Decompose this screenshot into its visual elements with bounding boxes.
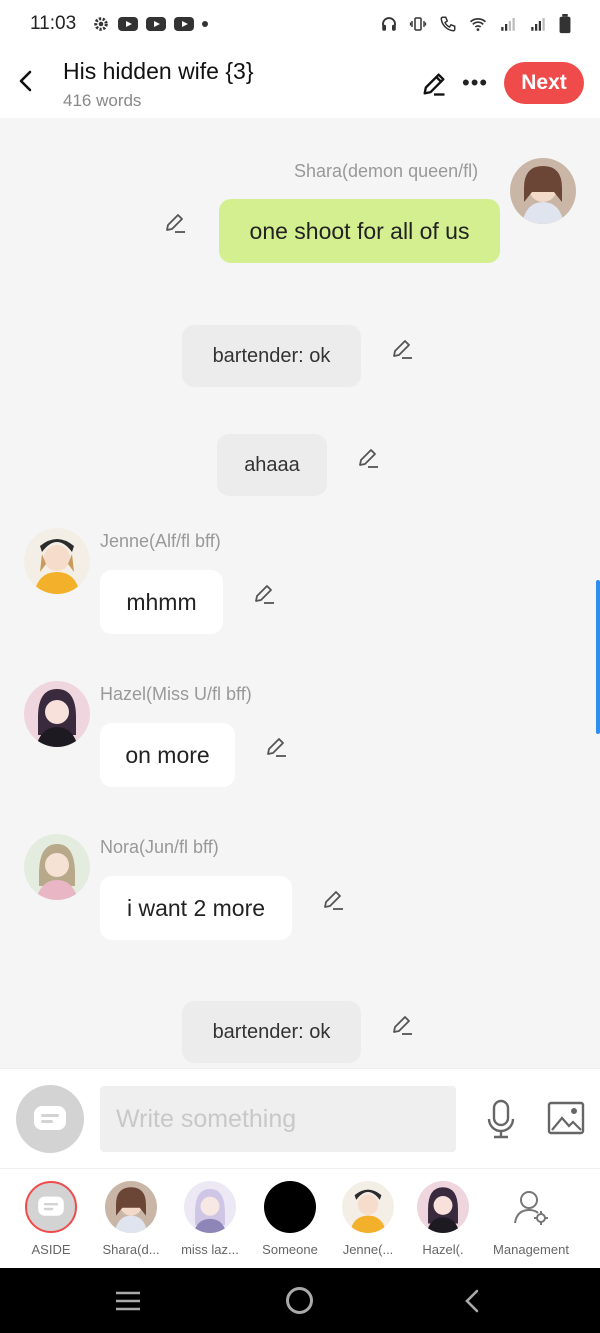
edit-message-icon[interactable]: [164, 211, 188, 235]
edit-message-icon[interactable]: [322, 888, 346, 912]
story-title: His hidden wife {3}: [63, 58, 254, 84]
headphones-icon: [382, 17, 396, 31]
narration-bubble[interactable]: ahaaa: [217, 434, 327, 496]
character-label: Hazel(.: [422, 1242, 464, 1257]
story-header: His hidden wife {3} 416 words ••• Next: [0, 48, 600, 118]
message-bubble[interactable]: on more: [100, 723, 235, 787]
avatar: [417, 1181, 469, 1233]
character-someone[interactable]: Someone: [254, 1181, 326, 1257]
management-user-gear-icon: [505, 1181, 557, 1233]
home-icon[interactable]: [286, 1287, 313, 1314]
aside-chat-icon: [34, 1106, 66, 1130]
chat-area[interactable]: Shara(demon queen/fl) one shoot for all …: [0, 118, 600, 1068]
character-label: Shara(d...: [102, 1242, 160, 1257]
character-jenne[interactable]: Jenne(...: [332, 1181, 404, 1257]
avatar: [184, 1181, 236, 1233]
edit-message-icon[interactable]: [253, 582, 277, 606]
image-upload-icon[interactable]: [547, 1101, 585, 1135]
edit-message-icon[interactable]: [391, 337, 415, 361]
edit-pencil-icon[interactable]: [420, 70, 448, 98]
avatar: [342, 1181, 394, 1233]
speaker-name: Hazel(Miss U/fl bff): [100, 684, 252, 704]
recent-apps-icon[interactable]: [114, 1290, 142, 1312]
speaker-name: Nora(Jun/fl bff): [100, 837, 219, 857]
character-management[interactable]: Management: [486, 1181, 576, 1257]
narration-bubble[interactable]: bartender: ok: [182, 1001, 361, 1063]
speaker-name: Jenne(Alf/fl bff): [100, 531, 221, 551]
scroll-indicator[interactable]: [596, 580, 600, 734]
aside-icon: [25, 1181, 77, 1233]
status-time: 11:03: [30, 13, 77, 34]
status-system-icons: [380, 0, 572, 48]
avatar-jenne[interactable]: [24, 528, 90, 594]
message-bubble[interactable]: mhmm: [100, 570, 223, 634]
youtube-icon: [174, 17, 195, 31]
status-notification-icons: [92, 15, 209, 33]
more-options-icon[interactable]: •••: [462, 72, 488, 94]
status-bar: 11:03: [0, 0, 600, 48]
character-selector: ASIDE Shara(d... miss laz... Someone Jen…: [0, 1168, 600, 1268]
back-arrow-icon[interactable]: [14, 66, 38, 96]
speaker-name: Shara(demon queen/fl): [294, 161, 479, 181]
avatar: [264, 1181, 316, 1233]
aside-toggle-button[interactable]: [16, 1085, 84, 1153]
edit-message-icon[interactable]: [391, 1013, 415, 1037]
more-notifications-dot-icon: [202, 21, 209, 27]
wifi-icon: [469, 18, 487, 31]
character-shara[interactable]: Shara(d...: [95, 1181, 167, 1257]
avatar-shara[interactable]: [510, 158, 576, 224]
battery-icon: [559, 14, 571, 34]
character-label: ASIDE: [31, 1242, 71, 1257]
composer-bar: [0, 1068, 600, 1168]
youtube-icon: [146, 17, 167, 31]
avatar-nora[interactable]: [24, 834, 90, 900]
narration-bubble[interactable]: bartender: ok: [182, 325, 361, 387]
signal-icon: [501, 18, 515, 31]
avatar-hazel[interactable]: [24, 681, 90, 747]
next-button[interactable]: Next: [504, 62, 584, 104]
nav-back-icon[interactable]: [462, 1288, 482, 1314]
character-aside[interactable]: ASIDE: [15, 1181, 87, 1257]
vibrate-icon: [409, 17, 427, 31]
character-label: miss laz...: [181, 1242, 239, 1257]
character-label: Jenne(...: [342, 1242, 394, 1257]
settings-icon: [94, 17, 108, 31]
microphone-icon[interactable]: [485, 1099, 517, 1139]
character-label: Management: [493, 1242, 569, 1257]
character-label: Someone: [262, 1242, 318, 1257]
edit-message-icon[interactable]: [265, 735, 289, 759]
edit-message-icon[interactable]: [357, 446, 381, 470]
call-icon: [440, 16, 456, 32]
system-nav-bar: [0, 1268, 600, 1333]
youtube-icon: [118, 17, 139, 31]
character-hazel[interactable]: Hazel(.: [407, 1181, 479, 1257]
word-count: 416 words: [63, 91, 142, 110]
signal-icon: [531, 18, 545, 31]
character-miss-laz[interactable]: miss laz...: [174, 1181, 246, 1257]
message-bubble-user[interactable]: one shoot for all of us: [219, 199, 500, 263]
avatar: [105, 1181, 157, 1233]
message-bubble[interactable]: i want 2 more: [100, 876, 292, 940]
message-input[interactable]: [100, 1086, 456, 1152]
